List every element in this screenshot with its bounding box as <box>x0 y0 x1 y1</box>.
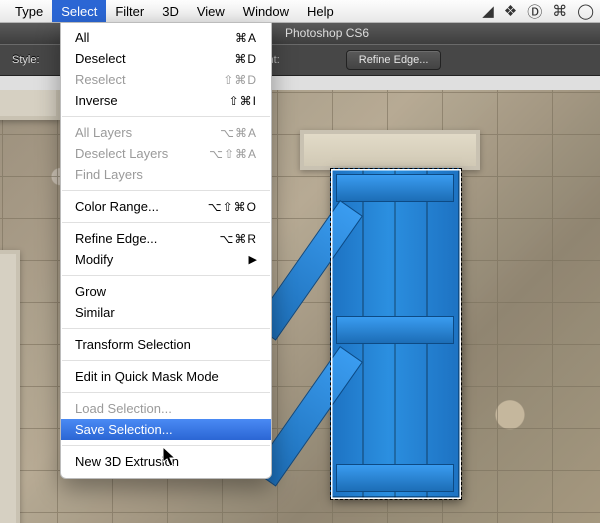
menu-separator <box>62 116 270 117</box>
menu-item-all-layers: All Layers ⌥⌘A <box>61 122 271 143</box>
menu-item-shortcut: ⌥⌘R <box>220 232 258 246</box>
canvas-image <box>0 250 20 523</box>
menu-item-modify[interactable]: Modify ▶ <box>61 249 271 270</box>
menu-item-shortcut: ⌥⌘A <box>220 126 257 140</box>
menu-item-label: Edit in Quick Mask Mode <box>75 369 219 384</box>
menu-item-shortcut: ⌥⇧⌘O <box>208 200 257 214</box>
menu-separator <box>62 360 270 361</box>
menu-item-inverse[interactable]: Inverse ⇧⌘I <box>61 90 271 111</box>
menu-item-edit-in-quick-mask-mode[interactable]: Edit in Quick Mask Mode <box>61 366 271 387</box>
drive-icon[interactable]: ◢ <box>482 2 494 20</box>
menubar-status-icons: ◢ ❖ Ⓓ ⌘ ◯ <box>482 1 594 22</box>
menu-item-save-selection[interactable]: Save Selection... <box>61 419 271 440</box>
dropbox-icon[interactable]: ❖ <box>504 2 517 20</box>
submenu-arrow-icon: ▶ <box>249 253 257 266</box>
options-style-label: Style: <box>12 54 40 66</box>
behance-icon[interactable]: Ⓓ <box>527 1 542 22</box>
menu-item-shortcut: ⌘A <box>235 31 257 45</box>
menu-item-label: Refine Edge... <box>75 231 157 246</box>
canvas-image <box>300 130 480 170</box>
menu-item-label: Find Layers <box>75 167 143 182</box>
menu-item-label: Load Selection... <box>75 401 172 416</box>
menu-separator <box>62 392 270 393</box>
app-title: Photoshop CS6 <box>285 26 369 40</box>
refine-edge-button[interactable]: Refine Edge... <box>346 50 442 70</box>
menu-item-label: Color Range... <box>75 199 159 214</box>
cloud-icon[interactable]: ⌘ <box>552 2 567 20</box>
menu-separator <box>62 190 270 191</box>
menu-help[interactable]: Help <box>298 0 343 22</box>
menu-item-refine-edge[interactable]: Refine Edge... ⌥⌘R <box>61 228 271 249</box>
menu-item-find-layers: Find Layers <box>61 164 271 185</box>
menu-item-label: New 3D Extrusion <box>75 454 179 469</box>
menu-item-label: Grow <box>75 284 106 299</box>
menu-item-deselect-layers: Deselect Layers ⌥⇧⌘A <box>61 143 271 164</box>
menu-view[interactable]: View <box>188 0 234 22</box>
menu-select[interactable]: Select <box>52 0 106 22</box>
menu-item-label: Similar <box>75 305 115 320</box>
menu-item-shortcut: ⌘D <box>234 52 257 66</box>
menu-item-label: Save Selection... <box>75 422 173 437</box>
menu-item-label: All Layers <box>75 125 132 140</box>
marquee-selection[interactable] <box>330 168 462 500</box>
menu-item-label: Deselect Layers <box>75 146 168 161</box>
menu-item-label: Reselect <box>75 72 126 87</box>
menu-item-color-range[interactable]: Color Range... ⌥⇧⌘O <box>61 196 271 217</box>
menu-item-shortcut: ⇧⌘D <box>223 73 257 87</box>
menu-window[interactable]: Window <box>234 0 298 22</box>
mac-menubar: Type Select Filter 3D View Window Help ◢… <box>0 0 600 23</box>
menu-item-reselect: Reselect ⇧⌘D <box>61 69 271 90</box>
select-menu-dropdown: All ⌘A Deselect ⌘D Reselect ⇧⌘D Inverse ⇧⌘I All … <box>60 22 272 479</box>
menu-item-label: All <box>75 30 89 45</box>
menu-separator <box>62 275 270 276</box>
creative-icon[interactable]: ◯ <box>577 2 594 20</box>
menu-item-label: Inverse <box>75 93 118 108</box>
menu-item-grow[interactable]: Grow <box>61 281 271 302</box>
menu-item-new-3d-extrusion[interactable]: New 3D Extrusion <box>61 451 271 472</box>
menu-item-label: Transform Selection <box>75 337 191 352</box>
menu-3d[interactable]: 3D <box>153 0 188 22</box>
menu-separator <box>62 222 270 223</box>
menu-separator <box>62 328 270 329</box>
menu-item-shortcut: ⇧⌘I <box>229 94 257 108</box>
canvas-image <box>0 90 60 120</box>
menu-item-load-selection: Load Selection... <box>61 398 271 419</box>
menu-item-similar[interactable]: Similar <box>61 302 271 323</box>
menu-item-transform-selection[interactable]: Transform Selection <box>61 334 271 355</box>
menu-item-label: Deselect <box>75 51 126 66</box>
menu-item-label: Modify <box>75 252 113 267</box>
menu-filter[interactable]: Filter <box>106 0 153 22</box>
menu-separator <box>62 445 270 446</box>
menu-type[interactable]: Type <box>6 0 52 22</box>
menu-item-deselect[interactable]: Deselect ⌘D <box>61 48 271 69</box>
menu-item-all[interactable]: All ⌘A <box>61 27 271 48</box>
menu-item-shortcut: ⌥⇧⌘A <box>209 147 257 161</box>
